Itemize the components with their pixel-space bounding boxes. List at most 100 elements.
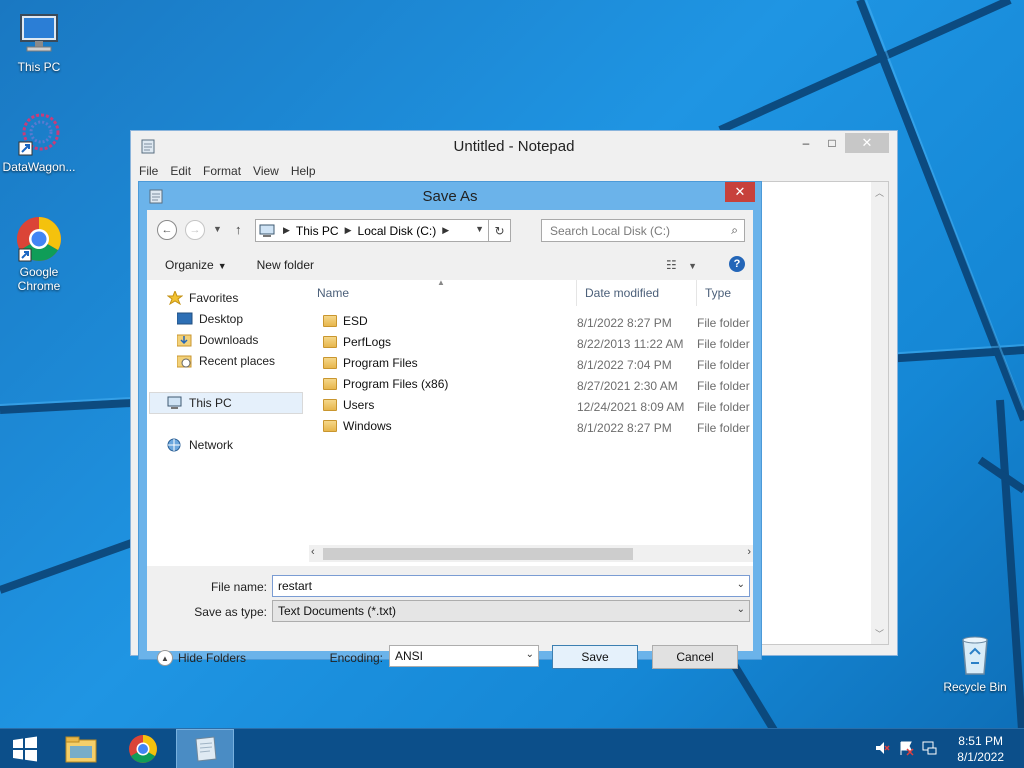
scrollbar-thumb[interactable] [323,548,633,560]
close-button[interactable]: ✕ [845,133,889,153]
volume-muted-icon[interactable] [874,740,890,756]
menu-help[interactable]: Help [291,164,316,178]
menu-view[interactable]: View [253,164,279,178]
nav-recent-places[interactable]: Recent places [176,351,275,371]
organize-button[interactable]: Organize ▼ [165,258,227,272]
network-icon[interactable] [922,740,938,756]
dialog-close-button[interactable]: ✕ [725,182,755,202]
view-options-button[interactable]: ☷ ▼ [666,258,697,272]
back-button[interactable]: ← [157,220,177,240]
file-type: File folder [697,421,750,435]
file-row[interactable]: Program Files (x86) 8/27/2021 2:30 AM Fi… [309,374,753,395]
file-row[interactable]: Windows 8/1/2022 8:27 PM File folder [309,416,753,437]
file-row[interactable]: PerfLogs 8/22/2013 11:22 AM File folder [309,332,753,353]
save-button[interactable]: Save [552,645,638,669]
help-icon[interactable]: ? [729,256,745,272]
cancel-button[interactable]: Cancel [652,645,738,669]
desktop-icon-datawagon[interactable]: DataWagon... [0,110,78,174]
search-input[interactable]: Search Local Disk (C:) ⌕ [541,219,745,242]
menu-format[interactable]: Format [203,164,241,178]
save-as-titlebar[interactable]: Save As ✕ [139,182,761,210]
navigation-bar: ← → ▼ ↑ ▶ This PC ▶ Local Disk (C:) ▶ ▼ … [147,216,753,246]
save-as-type-select[interactable]: Text Documents (*.txt) ⌄ [272,600,750,622]
encoding-select[interactable]: ANSI ⌄ [389,645,539,667]
minimize-button[interactable]: – [793,133,819,153]
taskbar: 8:51 PM 8/1/2022 [0,728,1024,768]
chevron-right-icon: ▶ [442,225,450,235]
nav-favorites[interactable]: Favorites [166,288,238,308]
file-name: PerfLogs [343,335,392,349]
save-as-title: Save As [422,187,478,205]
system-clock[interactable]: 8:51 PM 8/1/2022 [957,733,1004,765]
menu-file[interactable]: File [139,164,158,178]
file-date: 8/1/2022 8:27 PM [577,421,672,435]
clock-time: 8:51 PM [958,734,1003,748]
desktop-icon-this-pc[interactable]: This PC [0,10,78,74]
windows-logo-icon [13,736,37,762]
recent-locations-icon[interactable]: ▼ [213,224,222,234]
breadcrumb-local-disk[interactable]: Local Disk (C:) [358,224,437,238]
downloads-icon [176,333,193,347]
save-as-type-label: Save as type: [194,605,267,619]
nav-desktop[interactable]: Desktop [176,309,243,329]
organize-label: Organize [165,258,214,272]
encoding-value: ANSI [395,649,424,663]
arrow-right-icon: → [189,224,201,236]
notepad-vertical-scrollbar[interactable]: ︿ ﹀ [871,182,888,644]
chevron-right-icon: ▶ [283,225,290,235]
new-folder-button[interactable]: New folder [257,258,314,272]
search-icon[interactable]: ⌕ [731,223,738,238]
breadcrumb-this-pc[interactable]: This PC [296,224,339,238]
desktop-icon-label: Google Chrome [17,265,61,293]
nav-this-pc[interactable]: This PC [167,393,232,413]
file-row[interactable]: Users 12/24/2021 8:09 AM File folder [309,395,753,416]
network-icon [167,438,183,452]
column-type[interactable]: Type [697,280,767,306]
horizontal-scrollbar[interactable]: ‹ › [309,545,753,562]
chevron-down-icon: ▼ [688,261,697,271]
refresh-button[interactable]: ↻ [488,220,510,241]
file-explorer-icon [65,736,97,763]
desktop-icon-label: Recycle Bin [943,680,1007,694]
taskbar-file-explorer[interactable] [52,729,110,768]
menu-edit[interactable]: Edit [170,164,191,178]
column-date-modified[interactable]: Date modified [577,280,697,306]
taskbar-chrome[interactable] [114,729,172,768]
column-name[interactable]: Name ▲ [309,278,577,306]
file-name: Windows [343,419,392,433]
file-row[interactable]: ESD 8/1/2022 8:27 PM File folder [309,311,753,332]
taskbar-notepad[interactable] [176,729,234,768]
chevron-down-icon[interactable]: ⌄ [737,579,745,590]
scroll-down-icon[interactable]: ﹀ [875,627,884,640]
file-name: Users [343,398,375,412]
forward-button[interactable]: → [185,220,205,240]
scroll-left-icon[interactable]: ‹ [311,546,315,558]
this-pc-icon [15,10,63,58]
nav-downloads[interactable]: Downloads [176,330,258,350]
file-name-input[interactable]: restart ⌄ [272,575,750,597]
clock-date: 8/1/2022 [957,750,1004,764]
up-arrow-icon[interactable]: ↑ [235,222,242,237]
notepad-title: Untitled - Notepad [453,137,575,155]
desktop-icon-chrome[interactable]: Google Chrome [0,215,78,293]
action-center-flag-icon[interactable] [898,740,914,756]
desktop-icon-recycle-bin[interactable]: Recycle Bin [936,630,1014,694]
scroll-right-icon[interactable]: › [747,546,751,558]
arrow-left-icon: ← [161,224,173,236]
maximize-button[interactable]: □ [819,133,845,153]
address-bar[interactable]: ▶ This PC ▶ Local Disk (C:) ▶ ▼ ↻ [255,219,511,242]
start-button[interactable] [0,729,50,768]
scroll-up-icon[interactable]: ︿ [875,186,884,199]
notepad-titlebar[interactable]: Untitled - Notepad – □ ✕ [131,131,897,161]
folder-icon [323,420,337,432]
file-row[interactable]: Program Files 8/1/2022 7:04 PM File fold… [309,353,753,374]
navigation-pane: Favorites Desktop Downloads Recent place… [147,280,309,566]
refresh-icon: ↻ [494,223,505,238]
chevron-down-icon[interactable]: ▼ [475,224,484,234]
nav-this-pc-label: This PC [189,396,232,410]
hide-folders-button[interactable]: ▲ Hide Folders [157,650,246,666]
nav-network[interactable]: Network [167,435,233,455]
sort-ascending-icon: ▲ [437,278,445,287]
file-name: ESD [343,314,368,328]
file-type: File folder [697,358,750,372]
